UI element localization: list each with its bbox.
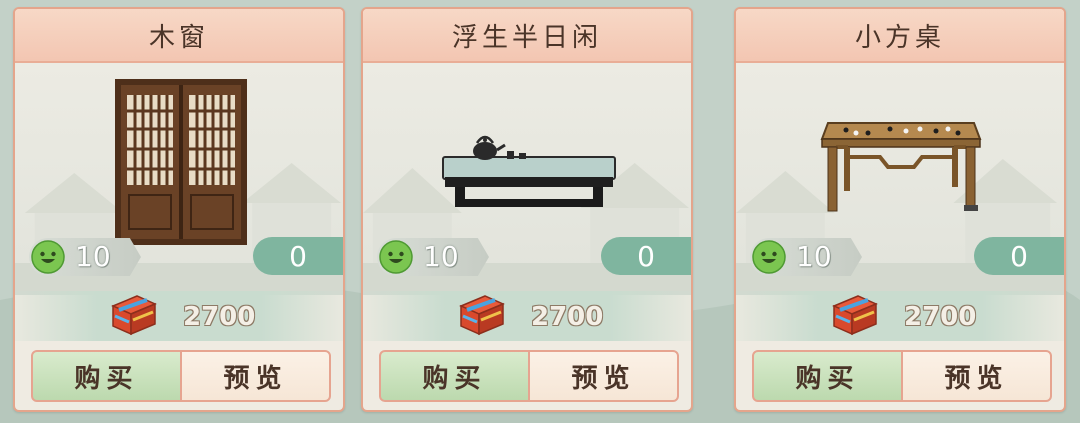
- shop-card-go-board-table: 小方桌 10 0 2700 购买 预览: [734, 7, 1066, 412]
- owned-count: 0: [253, 237, 343, 275]
- item-title: 木窗: [15, 9, 343, 63]
- treasure-chest-icon: [459, 295, 505, 336]
- buy-button[interactable]: 购买: [752, 350, 902, 402]
- item-title: 浮生半日闲: [363, 9, 691, 63]
- preview-button[interactable]: 预览: [902, 350, 1052, 402]
- go-board-table-image: [820, 122, 982, 212]
- item-title: 小方桌: [736, 9, 1064, 63]
- buy-button[interactable]: 购买: [379, 350, 529, 402]
- buy-button[interactable]: 购买: [31, 350, 181, 402]
- smiley-face-icon: [31, 240, 65, 274]
- cost-value: 2700: [183, 302, 256, 332]
- cost-band: [736, 291, 1064, 341]
- tea-table-image: [442, 135, 616, 207]
- preview-button[interactable]: 预览: [529, 350, 679, 402]
- smiley-face-icon: [752, 240, 786, 274]
- shop-card-tea-table: 浮生半日闲 10 0 2700 购买 预览: [361, 7, 693, 412]
- cost-value: 2700: [531, 302, 604, 332]
- cost-band: [15, 291, 343, 341]
- heart-price-value: 10: [796, 240, 832, 273]
- cost-band: [363, 291, 691, 341]
- wooden-window-image: [115, 79, 247, 245]
- owned-count: 0: [974, 237, 1064, 275]
- owned-count: 0: [601, 237, 691, 275]
- heart-price-value: 10: [75, 240, 111, 273]
- treasure-chest-icon: [111, 295, 157, 336]
- cost-value: 2700: [904, 302, 977, 332]
- shop-card-wooden-window: 木窗 10 0 2700 购买 预览: [13, 7, 345, 412]
- treasure-chest-icon: [832, 295, 878, 336]
- smiley-face-icon: [379, 240, 413, 274]
- preview-button[interactable]: 预览: [181, 350, 331, 402]
- heart-price-value: 10: [423, 240, 459, 273]
